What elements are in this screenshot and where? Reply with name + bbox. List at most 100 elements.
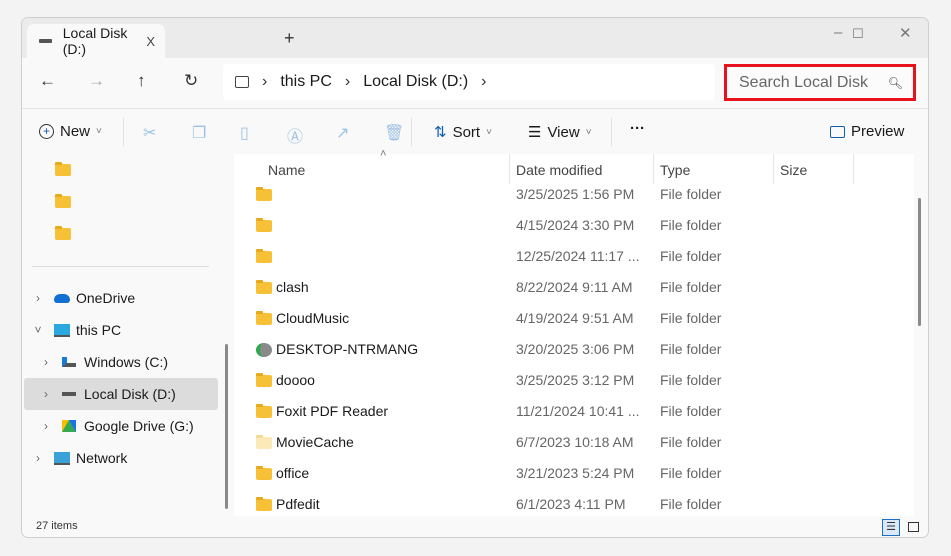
file-date: 3/21/2023 5:24 PM <box>516 465 635 481</box>
back-button[interactable]: ← <box>39 71 56 91</box>
chevron-right-icon[interactable]: › <box>40 355 52 369</box>
network-share-icon <box>256 343 272 357</box>
sort-label: Sort <box>452 123 481 141</box>
new-tab-button[interactable]: + <box>284 28 295 49</box>
command-bar: + New ˅ ✂ ❐ ▯ Ⓐ ↗ 🗑︎ ⇅ Sort ˅ ☰ View ˅ ·… <box>22 108 928 154</box>
file-name: Pdfedit <box>276 496 320 512</box>
file-name: clash <box>276 279 309 295</box>
file-row[interactable]: Foxit PDF Reader 11/21/2024 10:41 ... File… <box>234 397 894 428</box>
item-count: 27 items <box>36 520 78 532</box>
new-button[interactable]: + New ˅ <box>39 123 102 140</box>
file-row[interactable]: 3/25/2025 1:56 PM File folder <box>234 180 894 211</box>
column-header-size[interactable]: Size <box>780 162 807 178</box>
tab-close-button[interactable]: X <box>146 34 155 49</box>
file-name: doooo <box>276 372 315 388</box>
copy-icon[interactable]: ❐ <box>192 123 206 143</box>
maximize-button[interactable]: ☐ <box>852 26 864 42</box>
chevron-down-icon: ˅ <box>486 126 492 138</box>
view-button[interactable]: ☰ View ˅ <box>528 123 592 142</box>
sidebar-pinned-folder[interactable] <box>22 154 216 186</box>
share-icon[interactable]: ↗ <box>336 123 349 143</box>
file-type: File folder <box>660 248 722 264</box>
column-header-type[interactable]: Type <box>660 162 690 178</box>
file-type: File folder <box>660 465 722 481</box>
drive-icon <box>62 392 76 396</box>
file-list-scrollbar[interactable] <box>918 198 921 326</box>
sidebar-scrollbar[interactable] <box>225 344 228 509</box>
cut-icon[interactable]: ✂ <box>143 123 156 143</box>
column-header-date[interactable]: Date modified <box>516 162 602 178</box>
search-box[interactable]: Search Local Disk 🔍︎ <box>724 64 916 101</box>
chevron-right-icon[interactable]: › <box>40 387 52 401</box>
file-row[interactable]: doooo 3/25/2025 3:12 PM File folder <box>234 366 894 397</box>
file-date: 3/25/2025 3:12 PM <box>516 372 635 388</box>
folder-icon <box>256 311 272 325</box>
folder-icon <box>55 226 71 240</box>
folder-icon <box>256 497 272 511</box>
file-row[interactable]: office 3/21/2023 5:24 PM File folder <box>234 459 894 490</box>
sort-icon: ⇅ <box>434 124 447 141</box>
close-button[interactable]: ✕ <box>899 24 912 42</box>
folder-icon <box>256 466 272 480</box>
chevron-down-icon[interactable]: ˅ <box>32 323 44 337</box>
computer-icon <box>54 323 70 337</box>
list-view-icon: ☰ <box>528 124 542 141</box>
file-date: 6/1/2023 4:11 PM <box>516 496 626 512</box>
file-row[interactable]: clash 8/22/2024 9:11 AM File folder <box>234 273 894 304</box>
chevron-right-icon[interactable]: › <box>40 419 52 433</box>
large-icons-view-button[interactable] <box>908 522 919 532</box>
sidebar-item-onedrive[interactable]: › OneDrive <box>22 282 216 314</box>
file-name: MovieCache <box>276 434 354 450</box>
chevron-down-icon: ˅ <box>585 126 592 138</box>
sidebar-item-google-drive-g[interactable]: › Google Drive (G:) <box>22 410 216 442</box>
file-type: File folder <box>660 403 722 419</box>
refresh-button[interactable]: ↻ <box>184 71 198 91</box>
sidebar-item-windows-c[interactable]: › Windows (C:) <box>22 346 216 378</box>
file-row[interactable]: 4/15/2024 3:30 PM File folder <box>234 211 894 242</box>
address-bar[interactable]: › this PC › Local Disk (D:) › <box>223 64 715 100</box>
file-date: 3/25/2025 1:56 PM <box>516 186 635 202</box>
search-icon: 🔍︎ <box>887 75 903 90</box>
paste-icon[interactable]: ▯ <box>240 123 249 143</box>
file-row[interactable]: 12/25/2024 11:17 ... File folder <box>234 242 894 273</box>
file-name: DESKTOP-NTRMANG <box>276 341 419 357</box>
sort-button[interactable]: ⇅ Sort ˅ <box>434 123 492 142</box>
new-label: New <box>60 123 91 140</box>
minimize-button[interactable]: – <box>834 24 842 41</box>
drive-icon <box>39 39 52 43</box>
file-row[interactable]: DESKTOP-NTRMANG 3/20/2025 3:06 PM File fol… <box>234 335 894 366</box>
folder-icon <box>256 187 272 201</box>
sidebar-item-local-disk-d[interactable]: › Local Disk (D:) <box>24 378 218 410</box>
search-input[interactable]: Search Local Disk <box>739 74 868 92</box>
sidebar-pinned-folder[interactable] <box>22 186 216 218</box>
file-date: 3/20/2025 3:06 PM <box>516 341 635 357</box>
column-header-name[interactable]: Name <box>268 162 305 178</box>
breadcrumb-separator: › <box>344 73 351 90</box>
breadcrumb-separator[interactable]: › <box>481 73 486 91</box>
more-options-button[interactable]: ··· <box>630 120 645 137</box>
file-row[interactable]: CloudMusic 4/19/2024 9:51 AM File folder <box>234 304 894 335</box>
sidebar-item-network[interactable]: › Network <box>22 442 216 474</box>
file-date: 4/19/2024 9:51 AM <box>516 310 634 326</box>
chevron-right-icon[interactable]: › <box>32 451 44 465</box>
file-name: CloudMusic <box>276 310 350 326</box>
rename-icon[interactable]: Ⓐ <box>287 123 303 147</box>
chevron-right-icon[interactable]: › <box>32 291 44 305</box>
delete-icon[interactable]: 🗑︎ <box>384 123 404 143</box>
file-row[interactable]: MovieCache 6/7/2023 10:18 AM File folder <box>234 428 894 459</box>
preview-button[interactable]: Preview <box>830 123 904 140</box>
file-list: ˄ Name Date modified Type Size 3/25/2025… <box>234 148 914 516</box>
google-drive-icon <box>62 420 76 432</box>
breadcrumb-local-disk[interactable]: Local Disk (D:) <box>363 73 468 91</box>
view-label: View <box>547 123 580 141</box>
forward-button[interactable]: → <box>88 71 105 91</box>
folder-icon <box>256 373 272 387</box>
tab-local-disk[interactable]: Local Disk (D:) X <box>27 24 165 58</box>
sidebar-pinned-folder[interactable] <box>22 218 216 250</box>
breadcrumb-this-pc[interactable]: this PC <box>280 73 332 91</box>
sidebar-item-this-pc[interactable]: ˅ this PC <box>22 314 216 346</box>
details-view-button[interactable]: ☰ <box>882 519 900 536</box>
folder-icon <box>256 218 272 232</box>
onedrive-icon <box>54 293 70 303</box>
up-button[interactable]: ↑ <box>137 71 146 91</box>
